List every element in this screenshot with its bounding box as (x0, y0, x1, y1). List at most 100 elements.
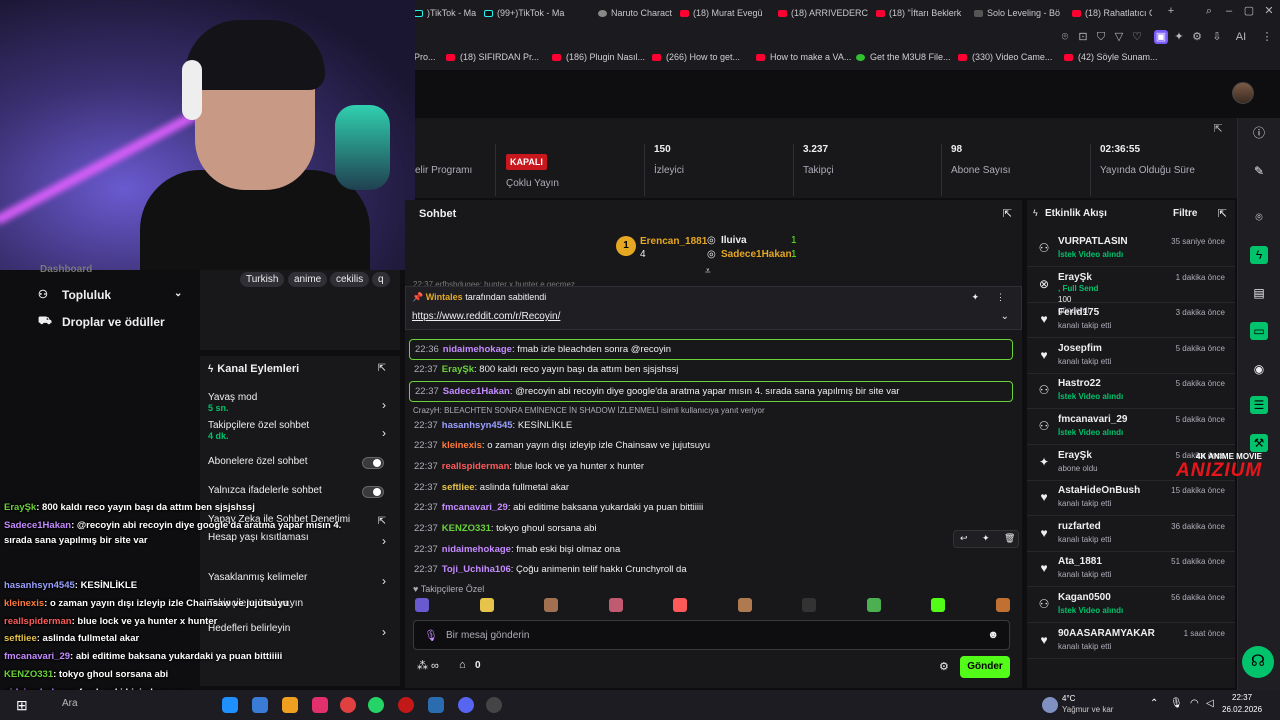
bookmark[interactable]: (266) How to get... (652, 52, 740, 62)
chat-message[interactable]: 22:37 hasanhsyn4545: KESİNLİKLE (409, 416, 1013, 435)
chat-username[interactable]: kleinexis (442, 440, 482, 451)
feed-item[interactable]: ⚇ Kagan0500 56 dakika önce İstek Video alın… (1027, 589, 1235, 623)
wifi-icon[interactable]: ◠ (1190, 698, 1199, 709)
shield-icon[interactable]: ⛉ (1094, 30, 1108, 44)
opera-icon[interactable] (398, 697, 414, 713)
vpn-icon[interactable]: ▽ (1112, 30, 1126, 44)
chat-username[interactable]: KENZO331 (442, 523, 491, 534)
chat-username[interactable]: nidaimehokage (443, 344, 512, 355)
maximize-icon[interactable]: ▢ (1242, 4, 1256, 18)
send-button[interactable]: Gönder (960, 656, 1010, 678)
chat-username[interactable]: ErayŞk (442, 364, 474, 375)
heart-icon[interactable]: ♡ (1130, 30, 1144, 44)
leader-name[interactable]: Sadece1Hakan (721, 249, 792, 260)
chat-username[interactable]: Toji_Uchiha106 (442, 564, 511, 575)
mic-icon[interactable]: 🎙 (1170, 698, 1183, 709)
leader-name[interactable]: Iluiva (721, 235, 747, 246)
feed-item[interactable]: ⚇ fmcanavari_29 5 dakika önce İstek Video a… (1027, 411, 1235, 445)
taskbar-search[interactable]: Ara (62, 698, 78, 709)
points-icon[interactable]: ⁂ ∞ (417, 659, 439, 672)
browser-tab[interactable]: Naruto Characters (598, 4, 672, 22)
popout-icon[interactable]: ⇱ (1218, 207, 1227, 220)
browser-tab[interactable]: )TikTok - Ma (414, 4, 476, 22)
gear-icon[interactable]: ⚙ (939, 660, 949, 673)
emote-icon[interactable] (544, 598, 558, 612)
store-icon[interactable]: ⌂ (459, 659, 466, 671)
chat-message[interactable]: 22:37 fmcanavari_29: abi editime baksana … (409, 498, 1013, 517)
whatsapp-icon[interactable] (368, 697, 384, 713)
bookmark[interactable]: Get the M3U8 File... (856, 52, 951, 62)
chat-username[interactable]: fmcanavari_29 (442, 502, 508, 513)
reply-icon[interactable]: ↩ (960, 533, 968, 544)
folder-icon[interactable] (282, 697, 298, 713)
leader-name[interactable]: Erencan_1881 (640, 236, 707, 247)
emote-icon[interactable] (995, 598, 1010, 612)
emote-icon[interactable] (415, 598, 429, 612)
chevron-down-icon[interactable]: ⌄ (1001, 311, 1009, 322)
browser-tab[interactable]: (18) ARRIVEDERCI (778, 4, 868, 22)
action-row[interactable]: Takipçilere özel sohbet 4 dk. › (208, 420, 392, 441)
feed-item[interactable]: ♥ Josepfim 5 dakika önce kanalı takip etti (1027, 340, 1235, 374)
chat-message[interactable]: 22:37 nidaimehokage: fmab eski bişi olmaz… (409, 540, 1013, 559)
bookmark[interactable]: Pro... (414, 52, 436, 62)
emote-icon[interactable] (608, 598, 623, 612)
bookmark[interactable]: (186) Plugin Nasıl... (552, 52, 645, 62)
chrome-icon[interactable] (340, 697, 356, 713)
chat-message[interactable]: 22:37 kleinexis: o zaman yayın dışı izley… (409, 436, 1013, 455)
tag[interactable]: cekilis (330, 272, 370, 287)
feed-item[interactable]: ♥ Ata_1881 51 dakika önce kanalı takip etti (1027, 553, 1235, 588)
steam-icon[interactable] (428, 697, 444, 713)
popout-icon[interactable]: ⇱ (1003, 207, 1012, 220)
chat-message[interactable]: 22:37 ErayŞk: 800 kaldı reco yayın başı d… (409, 360, 1013, 379)
chat-input[interactable]: 🎙 Bir mesaj gönderin ☻ (413, 620, 1010, 650)
mic-icon[interactable]: 🎙 (424, 629, 438, 642)
emoji-icon[interactable]: ☻ (987, 629, 999, 641)
avatar[interactable] (1232, 82, 1254, 104)
volume-icon[interactable]: ◁ (1206, 698, 1214, 709)
instagram-icon[interactable] (312, 697, 328, 713)
chat-username[interactable]: Sadece1Hakan (443, 386, 510, 397)
collapse-icon[interactable]: ⩡ (705, 266, 711, 277)
action-row[interactable]: Yalnızca ifadelerle sohbet (208, 485, 392, 498)
ai-button[interactable]: AI (1230, 30, 1252, 44)
info-icon[interactable]: ⓘ (1250, 124, 1268, 142)
menu-icon[interactable]: ⋮ (1260, 30, 1274, 44)
discord-icon[interactable] (458, 697, 474, 713)
chat-message[interactable]: 22:37 Sadece1Hakan: @recoyin abi recoyin … (409, 381, 1013, 402)
trash-icon[interactable]: 🗑 (1004, 533, 1015, 544)
more-icon[interactable]: ⋮ (996, 292, 1005, 303)
broadcast-icon[interactable]: ◉ (1250, 360, 1268, 378)
browser-tab[interactable]: (18) Murat Evegü (680, 4, 770, 22)
bookmark[interactable]: (18) SIFIRDAN Pr... (446, 52, 539, 62)
edit-icon[interactable]: ✎ (1250, 162, 1268, 180)
nav-drops[interactable]: ⛟ Droplar ve ödüller (38, 315, 165, 329)
app-icon[interactable] (252, 697, 268, 713)
filter-button[interactable]: Filtre (1173, 208, 1197, 219)
chat-message[interactable]: 22:36 nidaimehokage: fmab izle bleachden … (409, 339, 1013, 360)
feed-item[interactable]: ♥ ruzfarted 36 dakika önce kanalı takip ett… (1027, 518, 1235, 552)
bookmark[interactable]: How to make a VA... (756, 52, 851, 62)
emote-icon[interactable] (866, 598, 881, 612)
camera-icon[interactable]: ⌾ (1250, 208, 1268, 226)
gear-icon[interactable]: ⚙ (1190, 30, 1204, 44)
browser-tab[interactable]: Solo Leveling - Bö (974, 4, 1064, 22)
bookmark[interactable]: (330) Video Came... (958, 52, 1052, 62)
feed-item[interactable]: ⚇ VURPATLASIN 35 saniye önce İstek Video al… (1027, 233, 1235, 267)
action-row[interactable]: Abonelere özel sohbet (208, 456, 392, 469)
list-icon[interactable]: ☰ (1250, 396, 1268, 414)
browser-tab[interactable]: (18) "İftarı Beklerk (876, 4, 966, 22)
action-row[interactable]: Yavaş mod 5 sn. › (208, 392, 392, 413)
toggle-switch[interactable] (362, 457, 384, 469)
emote-icon[interactable] (673, 598, 687, 612)
feed-item[interactable]: ⚇ Hastro22 5 dakika önce İstek Video alındı (1027, 375, 1235, 410)
minimize-icon[interactable]: – (1222, 4, 1236, 18)
popout-icon[interactable]: ⇱ (378, 363, 386, 374)
download-icon[interactable]: ⇩ (1210, 30, 1224, 44)
support-icon[interactable]: ☊ (1242, 646, 1274, 678)
emote-icon[interactable] (479, 598, 494, 612)
emote-icon[interactable] (737, 598, 752, 612)
feed-item[interactable]: ♥ Ferid175 3 dakika önce kanalı takip etti (1027, 304, 1235, 339)
toggle-switch[interactable] (362, 486, 384, 498)
nav-community[interactable]: ⚇ Topluluk ⌄ (38, 288, 182, 302)
edge-icon[interactable] (222, 697, 238, 713)
